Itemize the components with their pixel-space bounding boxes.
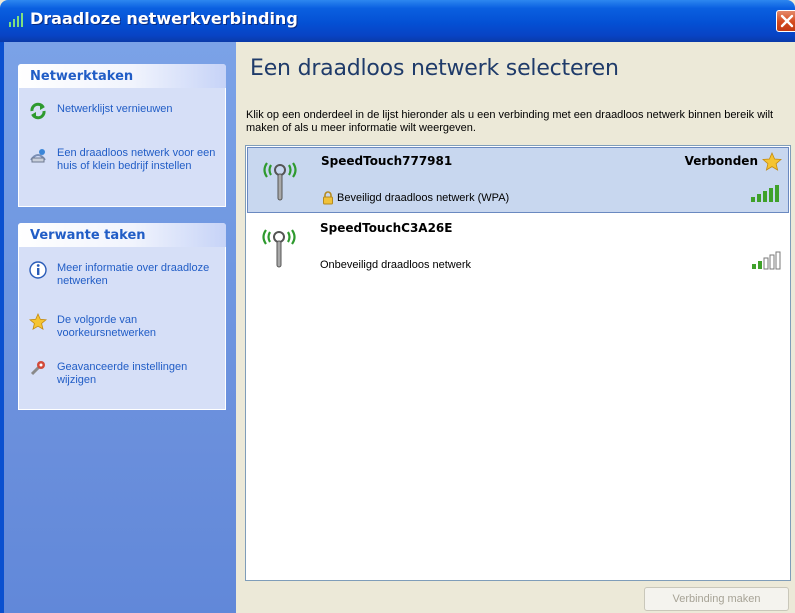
wireless-connection-window: Draadloze netwerkverbinding Netwerktaken bbox=[0, 0, 795, 613]
task-label: Meer informatie over draadloze netwerken bbox=[57, 262, 210, 287]
signal-strength-icon bbox=[752, 251, 781, 270]
network-setup-icon bbox=[30, 149, 46, 163]
title-bar[interactable]: Draadloze netwerkverbinding bbox=[0, 0, 795, 42]
network-item-speedtouchc3a26e[interactable]: SpeedTouchC3A26E Onbeveiligd draadloos n… bbox=[247, 215, 789, 281]
task-pane: Netwerktaken Netwerklijst vernieuwen Een… bbox=[4, 42, 236, 613]
network-tasks-body: Netwerklijst vernieuwen Een draadloos ne… bbox=[18, 88, 226, 207]
close-button[interactable] bbox=[776, 10, 795, 32]
lock-icon bbox=[323, 191, 333, 205]
info-icon bbox=[29, 261, 47, 279]
task-label: Netwerklijst vernieuwen bbox=[57, 103, 173, 115]
main-panel: Een draadloos netwerk selecteren Klik op… bbox=[236, 42, 795, 613]
network-tasks-title: Netwerktaken bbox=[30, 69, 134, 84]
close-icon bbox=[780, 14, 794, 28]
task-label: De volgorde van voorkeursnetwerken bbox=[57, 314, 157, 339]
wireless-antenna-icon bbox=[263, 162, 297, 201]
star-icon bbox=[762, 152, 782, 171]
security-type: Onbeveiligd draadloos netwerk bbox=[320, 259, 472, 271]
settings-icon bbox=[30, 361, 45, 376]
network-list[interactable]: SpeedTouch777981 Verbonden Beveiligd dra… bbox=[245, 145, 791, 581]
related-tasks-body: Meer informatie over draadloze netwerken… bbox=[18, 247, 226, 410]
network-name: SpeedTouchC3A26E bbox=[320, 221, 453, 235]
wireless-network-icon bbox=[9, 13, 23, 27]
network-tasks-group: Netwerktaken Netwerklijst vernieuwen Een… bbox=[18, 64, 226, 207]
wireless-antenna-icon bbox=[262, 229, 296, 268]
related-tasks-group: Verwante taken Meer informatie over draa… bbox=[18, 223, 226, 410]
star-icon bbox=[29, 313, 47, 331]
task-label: Geavanceerde instellingen wijzigen bbox=[57, 361, 188, 386]
related-tasks-title: Verwante taken bbox=[30, 228, 146, 243]
connect-button[interactable]: Verbinding maken bbox=[644, 587, 789, 611]
task-label: Een draadloos netwerk voor een huis of k… bbox=[57, 147, 216, 172]
page-title: Een draadloos netwerk selecteren bbox=[250, 56, 619, 81]
window-title: Draadloze netwerkverbinding bbox=[30, 9, 298, 28]
related-tasks-header[interactable]: Verwante taken bbox=[18, 223, 226, 247]
connection-status: Verbonden bbox=[684, 154, 758, 168]
network-name: SpeedTouch777981 bbox=[321, 154, 453, 168]
instruction-text: Klik op een onderdeel in de lijst hieron… bbox=[246, 109, 774, 134]
network-tasks-header[interactable]: Netwerktaken bbox=[18, 64, 226, 88]
network-item-speedtouch777981[interactable]: SpeedTouch777981 Verbonden Beveiligd dra… bbox=[247, 147, 789, 213]
signal-strength-icon bbox=[751, 185, 779, 202]
security-type: Beveiligd draadloos netwerk (WPA) bbox=[337, 192, 510, 204]
refresh-icon bbox=[30, 102, 46, 120]
